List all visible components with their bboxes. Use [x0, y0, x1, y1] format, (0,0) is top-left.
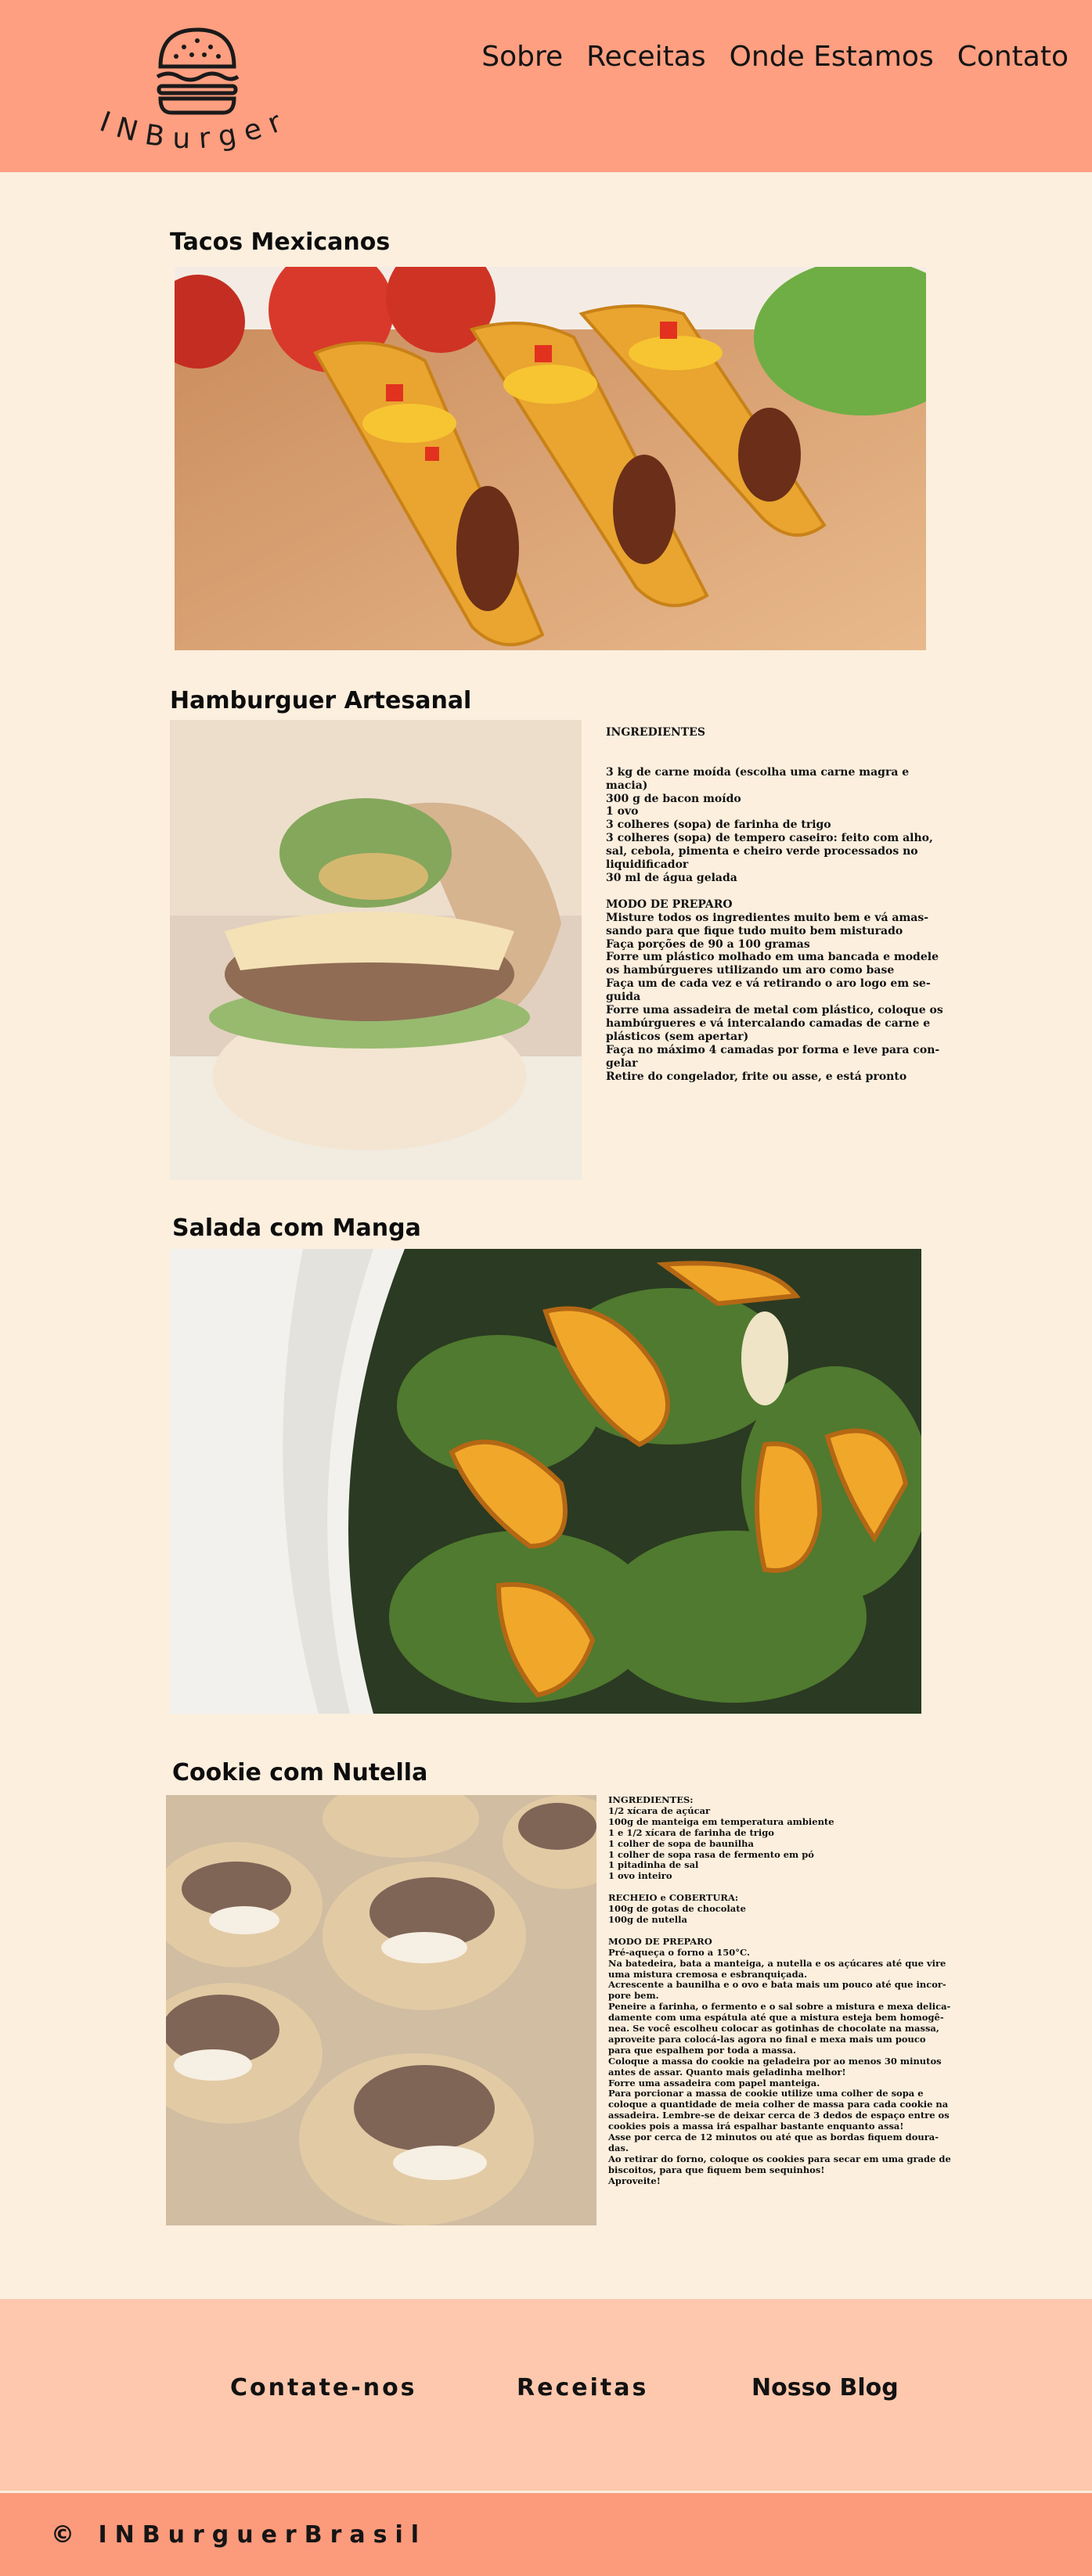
hamburger-recipe-line — [606, 885, 935, 898]
hamburger-recipe-line — [606, 739, 935, 753]
tacos-image — [175, 267, 926, 650]
cookie-recipe-line: INGREDIENTES: — [608, 1794, 694, 1805]
cookie-recipe-line: Peneire a farinha, o fermento e o sal so… — [608, 2001, 951, 2013]
nav-onde-estamos[interactable]: Onde Estamos — [730, 41, 934, 73]
cookie-recipe-line: Pré-aqueça o forno a 150°C. — [608, 1946, 750, 1958]
hamburger-recipe-line: 3 colheres (sopa) de tempero caseiro: fe… — [606, 832, 933, 845]
footer-link-nosso-blog[interactable]: Nosso Blog — [751, 2374, 899, 2402]
hamburger-recipe-line: plásticos (sem apertar) — [606, 1030, 749, 1043]
hamburger-recipe-line: Faça um de cada vez e vá retirando o aro… — [606, 977, 931, 991]
hamburger-recipe-line: os hambúrgueres utilizando um aro como b… — [606, 964, 895, 977]
cookie-recipe-line: Forre uma assadeira com papel manteiga. — [608, 2077, 820, 2089]
footer-link-receitas[interactable]: Receitas — [517, 2374, 648, 2402]
hamburger-recipe-line: Faça porções de 90 a 100 gramas — [606, 937, 810, 951]
cookie-recipe-line — [608, 1926, 937, 1937]
hamburger-recipe-line: guida — [606, 991, 641, 1004]
cookie-recipe-line: Na batedeira, bata a manteiga, a nutella… — [608, 1957, 946, 1969]
cookie-title: Cookie com Nutella — [172, 1759, 428, 1786]
cookie-recipe-line: uma mistura cremosa e esbranquiçada. — [608, 1968, 808, 1980]
cookie-recipe-line: cookies pois a massa irá espalhar bastan… — [608, 2121, 904, 2132]
cookie-recipe-line: 1 e 1/2 xícara de farinha de trigo — [608, 1826, 774, 1838]
hamburger-recipe-line: sando para que fique tudo muito bem mist… — [606, 924, 903, 937]
hamburger-recipe-line: macia) — [606, 779, 648, 792]
salada-image — [170, 1249, 921, 1714]
cookie-recipe-line: Acrescente a baunilha e o ovo e bata mai… — [608, 1979, 946, 1991]
salada-title: Salada com Manga — [172, 1214, 421, 1242]
cookie-recipe-line: 1 colher de sopa de baunilha — [608, 1837, 754, 1849]
cookie-recipe-line: MODO DE PREPARO — [608, 1935, 712, 1947]
cookie-recipe-line: assadeira. Lembre-se de deixar cerca de … — [608, 2110, 950, 2121]
hamburger-title: Hamburguer Artesanal — [170, 687, 472, 714]
cookie-recipe-line: 100g de manteiga em temperatura ambiente — [608, 1815, 834, 1827]
nav-sobre[interactable]: Sobre — [481, 41, 563, 73]
hamburger-recipe-line: INGREDIENTES — [606, 726, 705, 739]
hamburger-recipe-line: Forre um plástico molhado em uma bancada… — [606, 951, 939, 964]
cookie-recipe-line — [608, 1882, 937, 1893]
hamburger-recipe-line: 1 ovo — [606, 805, 639, 818]
brand-logo[interactable]: INBurger — [94, 23, 313, 157]
cookie-recipe-line: antes de assar. Quanto mais geladinha me… — [608, 2066, 846, 2078]
cookie-recipe-line: Ao retirar do forno, coloque os cookies … — [608, 2153, 951, 2164]
cookie-recipe-line: biscoitos, para que fiquem bem sequinhos… — [608, 2164, 825, 2175]
cookie-recipe-line: pore bem. — [608, 1990, 659, 2002]
cookie-recipe-line: 100g de gotas de chocolate — [608, 1903, 746, 1915]
hamburger-recipe-line: MODO DE PREPARO — [606, 898, 733, 911]
cookie-recipe-line: 1 ovo inteiro — [608, 1870, 672, 1882]
cookie-recipe-line: damente com uma espátula até que a mistu… — [608, 2012, 944, 2024]
cookie-recipe-line: Coloque a massa do cookie na geladeira p… — [608, 2055, 942, 2067]
cookie-recipe-line: Para porcionar a massa de cookie utilize… — [608, 2088, 924, 2099]
hamburger-recipe-line: Retire do congelador, frite ou asse, e e… — [606, 1070, 907, 1083]
hamburger-recipe-line: 300 g de bacon moído — [606, 792, 741, 805]
logo-text: INBurger — [96, 103, 285, 155]
logo-wordmark: INBurger — [96, 103, 294, 155]
hamburger-recipe-text: INGREDIENTES 3 kg de carne moída (escolh… — [606, 726, 943, 1083]
tacos-title: Tacos Mexicanos — [170, 228, 391, 256]
hamburger-recipe-line: Faça no máximo 4 camadas por forma e lev… — [606, 1043, 940, 1056]
footer-link-contate-nos[interactable]: Contate-nos — [230, 2374, 417, 2402]
cookie-recipe-line: nea. Se você escolheu colocar as gotinha… — [608, 2023, 939, 2035]
hamburger-image — [170, 720, 582, 1180]
cookie-recipe-line: 1/2 xícara de açúcar — [608, 1804, 711, 1816]
hamburger-recipe-line: sal, cebola, pimenta e cheiro verde proc… — [606, 845, 918, 858]
hamburger-recipe-line — [606, 753, 935, 766]
cookie-recipe-line: 1 colher de sopa rasa de fermento em pó — [608, 1848, 814, 1860]
hamburger-recipe-line: hambúrgueres e vá intercalando camadas d… — [606, 1016, 931, 1030]
hamburger-recipe-line: 30 ml de água gelada — [606, 871, 737, 884]
cookie-image — [166, 1795, 596, 2225]
nav-receitas[interactable]: Receitas — [586, 41, 705, 73]
cookie-recipe-line: 1 pitadinha de sal — [608, 1859, 699, 1871]
cookie-recipe-line: para que espalhem por toda a massa. — [608, 2044, 796, 2056]
hamburger-recipe-line: Forre uma assadeira de metal com plástic… — [606, 1004, 943, 1017]
cookie-recipe-line: das. — [608, 2142, 629, 2153]
svg-text:INBurger: INBurger — [96, 103, 294, 155]
cookie-recipe-text: INGREDIENTES: 1/2 xícara de açúcar 100g de… — [608, 1794, 951, 2187]
cookie-recipe-line: RECHEIO e COBERTURA: — [608, 1892, 739, 1904]
cookie-recipe-line: Asse por cerca de 12 minutos ou até que … — [608, 2132, 939, 2143]
cookie-recipe-line: aproveite para colocá-las agora no final… — [608, 2033, 926, 2045]
hamburger-recipe-line: liquidificador — [606, 858, 689, 872]
copyright-text: © INBurguerBrasil — [51, 2521, 427, 2549]
nav-contato[interactable]: Contato — [957, 41, 1069, 73]
hamburger-recipe-line: Misture todos os ingredientes muito bem … — [606, 911, 929, 924]
hamburger-recipe-line: 3 kg de carne moída (escolha uma carne m… — [606, 765, 910, 779]
site-header: INBurger Sobre Receitas Onde Estamos Con… — [0, 0, 1092, 172]
hamburger-recipe-line: 3 colheres (sopa) de farinha de trigo — [606, 818, 831, 832]
cookie-recipe-line: 100g de nutella — [608, 1913, 687, 1925]
main-nav: Sobre Receitas Onde Estamos Contato — [458, 41, 1069, 73]
hamburger-recipe-line: gelar — [606, 1056, 638, 1070]
cookie-recipe-line: Aproveite! — [608, 2175, 661, 2186]
cookie-recipe-line: coloque a quantidade de meia colher de m… — [608, 2099, 949, 2110]
